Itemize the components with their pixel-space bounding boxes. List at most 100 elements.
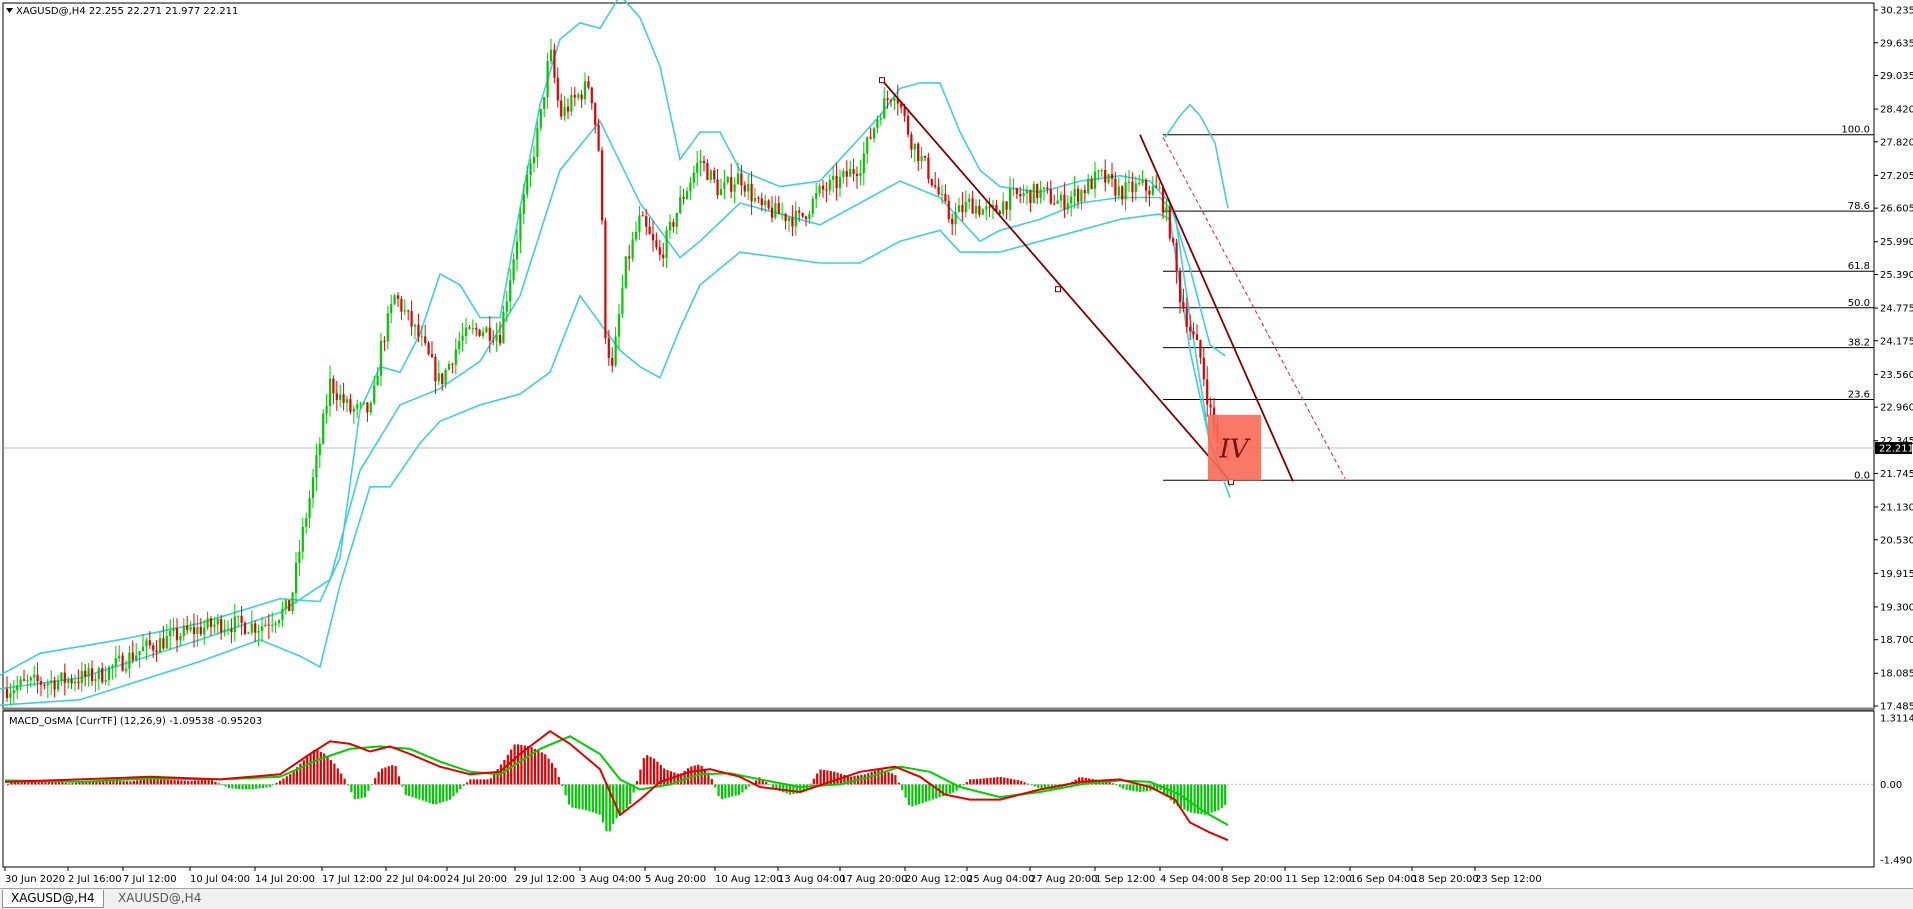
- candle-body: [876, 119, 879, 129]
- candle-body: [624, 256, 627, 288]
- macd-bar: [666, 770, 669, 785]
- price-chart[interactable]: XAGUSD@,H4 22.255 22.271 21.977 22.211 M…: [0, 0, 1913, 888]
- candle-body: [199, 626, 202, 635]
- macd-bar: [411, 784, 414, 798]
- tab-xagusd[interactable]: XAGUSD@,H4: [2, 890, 104, 908]
- candle-body: [577, 94, 580, 98]
- macd-bar: [459, 784, 462, 790]
- candle-body: [264, 624, 267, 627]
- candle-body: [1155, 186, 1158, 188]
- macd-bar: [193, 780, 197, 785]
- macd-bar: [918, 784, 921, 805]
- candle-body: [713, 170, 716, 180]
- time-tick-label: 8 Sep 20:00: [1222, 874, 1282, 885]
- macd-bar: [370, 784, 373, 786]
- candle-body: [794, 210, 797, 227]
- macd-bar: [71, 783, 74, 785]
- macd-bar: [1190, 784, 1193, 813]
- macd-bar: [935, 784, 938, 799]
- candle-body: [505, 301, 508, 312]
- macd-bar: [867, 773, 870, 785]
- trendlines[interactable]: [879, 77, 1346, 485]
- candle-body: [614, 336, 617, 366]
- candle-body: [1076, 188, 1080, 202]
- candle-body: [573, 94, 576, 98]
- macd-bar: [768, 784, 771, 786]
- candle-body: [73, 681, 77, 684]
- candle-body: [804, 216, 808, 220]
- time-tick-label: 29 Jul 12:00: [515, 874, 575, 885]
- price-tick-label: 19.915: [1880, 569, 1913, 580]
- candle-body: [777, 203, 780, 214]
- macd-bar: [921, 784, 924, 803]
- candle-body: [580, 94, 583, 100]
- candle-body: [539, 109, 542, 128]
- macd-bar: [646, 755, 649, 785]
- fib-level-label: 38.2: [1848, 338, 1870, 349]
- candle-body: [189, 627, 192, 630]
- macd-bar: [907, 784, 911, 806]
- candle-body: [410, 311, 413, 327]
- candle-body: [179, 636, 182, 641]
- candle-body: [1192, 331, 1195, 335]
- candle-body: [298, 551, 301, 563]
- candle-body: [1029, 190, 1032, 204]
- candle-body: [910, 134, 913, 150]
- time-tick-label: 22 Jul 04:00: [386, 874, 446, 885]
- candle-body: [801, 212, 804, 217]
- fibonacci-levels[interactable]: 100.0 78.6 61.8 50.0 38.2 23.6 0.0: [3, 125, 1874, 482]
- candle-body: [182, 625, 185, 637]
- candle-body: [362, 402, 366, 404]
- macd-bar: [176, 780, 180, 785]
- macd-bar: [210, 780, 214, 785]
- candle-body: [390, 304, 393, 314]
- candle-body: [685, 191, 689, 199]
- candle-body: [1025, 190, 1029, 194]
- macd-bar: [346, 784, 350, 786]
- candle-body: [53, 680, 56, 690]
- candle-body: [543, 97, 546, 110]
- macd-bar: [146, 778, 149, 785]
- candle-body: [318, 443, 321, 455]
- macd-bar: [401, 784, 404, 787]
- candle-body: [383, 340, 386, 342]
- macd-bar: [982, 778, 985, 785]
- macd-bar: [74, 782, 78, 785]
- candle-body: [393, 295, 396, 305]
- macd-bar: [975, 778, 979, 785]
- candle-body: [148, 640, 151, 646]
- candle-body: [1209, 404, 1212, 408]
- macd-bar: [1033, 784, 1036, 787]
- macd-bar: [710, 778, 713, 785]
- candle-body: [515, 241, 519, 260]
- candle-body: [111, 665, 114, 668]
- candle-body: [240, 615, 243, 623]
- macd-bar: [979, 778, 982, 785]
- macd-bar: [1122, 784, 1125, 789]
- candle-body: [233, 616, 236, 633]
- candle-body: [80, 670, 83, 684]
- candle-body: [981, 209, 984, 215]
- candle-body: [77, 681, 80, 684]
- macd-bar: [901, 784, 904, 791]
- macd-bar: [465, 782, 469, 785]
- candle-body: [315, 454, 318, 478]
- chart-menu-triangle-icon[interactable]: [6, 8, 13, 13]
- macd-bar: [6, 784, 10, 786]
- candle-body: [369, 402, 372, 413]
- candle-body: [1131, 181, 1134, 192]
- macd-bar: [557, 776, 560, 785]
- candle-body: [1093, 171, 1097, 189]
- candle-body: [859, 173, 862, 177]
- candle-body: [12, 690, 15, 694]
- macd-bar: [734, 784, 737, 796]
- macd-bar: [125, 781, 129, 785]
- macd-bar: [360, 784, 363, 798]
- candle-body: [257, 630, 260, 633]
- time-tick-label: 17 Jul 12:00: [322, 874, 382, 885]
- candle-body: [301, 526, 304, 552]
- tab-xauusd[interactable]: XAUUSD@,H4: [110, 890, 209, 907]
- time-tick-label: 5 Aug 20:00: [645, 874, 706, 885]
- candle-body: [107, 667, 111, 680]
- annotation-box[interactable]: IV: [1208, 414, 1261, 481]
